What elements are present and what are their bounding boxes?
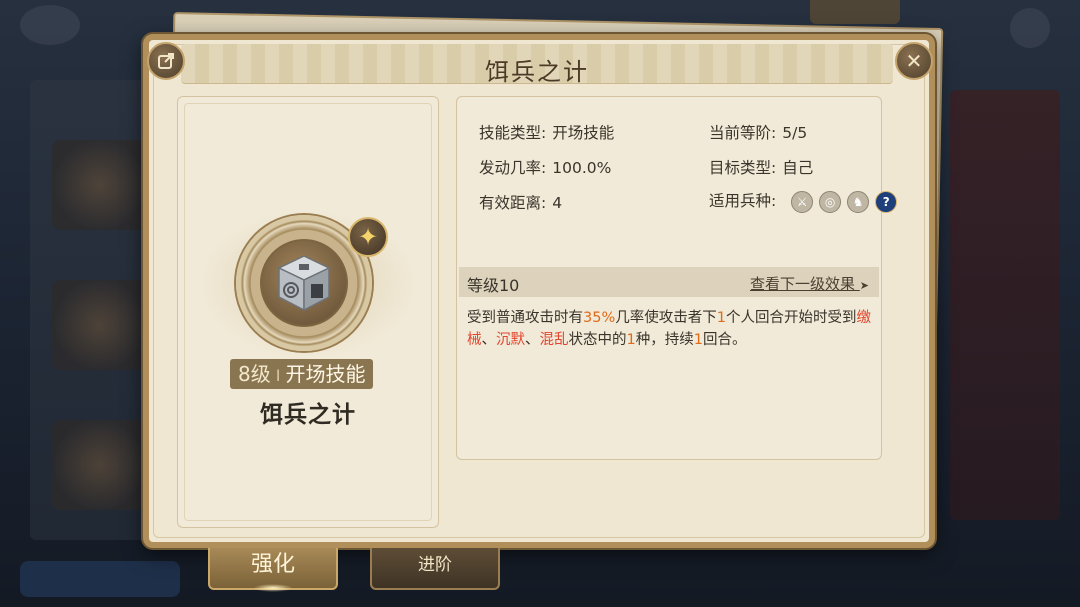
skill-name: 饵兵之计 [260, 402, 356, 428]
trigger-rate-row: 发动几率: 100.0% [479, 156, 611, 178]
desc-text: 回合。 [702, 332, 747, 348]
current-rank-key: 当前等阶: [709, 124, 777, 142]
troop-type-key: 适用兵种: [709, 192, 777, 210]
background-resource-bar [810, 0, 900, 24]
next-level-link-text: 查看下一级效果 [749, 275, 855, 293]
skill-level-tag: 8级 I 开场技能 [230, 359, 374, 389]
dialog-title: 饵兵之计 [485, 58, 589, 86]
background-hero-card [52, 280, 147, 370]
skill-type-key: 技能类型: [479, 124, 547, 142]
question-icon[interactable]: ? [875, 190, 898, 213]
dice-skill-icon [260, 239, 348, 327]
share-button[interactable] [147, 42, 185, 80]
desc-text: 种，持续 [635, 332, 694, 348]
current-rank-row: 当前等阶: 5/5 [709, 121, 807, 143]
desc-value: 35% [583, 310, 616, 326]
target-type-key: 目标类型: [709, 159, 777, 177]
desc-status: 混乱 [539, 332, 569, 348]
cavalry-icon[interactable]: ♞ [847, 190, 870, 213]
title-bar: 饵兵之计 [181, 44, 893, 86]
skill-card: ✦ 8级 I 开场技能 饵兵之计 [177, 96, 439, 528]
active-tab-glow [253, 584, 293, 592]
next-level-link[interactable]: 查看下一级效果 ➤ [750, 273, 869, 294]
trigger-rate-key: 发动几率: [479, 159, 547, 177]
desc-status: 沉默 [496, 332, 525, 348]
current-rank-value: 5/5 [782, 124, 808, 142]
dice-icon [277, 255, 331, 312]
desc-text: 、 [481, 332, 497, 348]
skill-type-row: 技能类型: 开场技能 [479, 121, 614, 143]
troop-icons: ⚔ ◎ ♞ ? [791, 190, 898, 213]
troop-type-row: 适用兵种: ⚔ ◎ ♞ ? [709, 189, 898, 213]
close-icon: ✕ [905, 49, 923, 73]
bow-target-icon[interactable]: ◎ [819, 190, 842, 213]
desc-text: 、 [525, 332, 540, 348]
range-value: 4 [552, 194, 563, 212]
background-hero-card [52, 140, 147, 230]
target-type-value: 自己 [782, 159, 814, 177]
level-label: 等级10 [467, 276, 520, 295]
skill-type-value: 开场技能 [552, 124, 615, 142]
tab-advance[interactable]: 进阶 [370, 548, 500, 590]
arrow-right-icon: ➤ [859, 279, 869, 292]
desc-value: 1 [626, 332, 636, 348]
trigger-rate-value: 100.0% [552, 159, 612, 177]
desc-text: 状态中的 [568, 332, 627, 348]
desc-text: 几率使攻击者下 [615, 310, 717, 326]
sword-icon[interactable]: ⚔ [791, 190, 814, 213]
desc-text: 个人回合开始时受到 [725, 310, 857, 326]
skill-detail-dialog: 饵兵之计 ✕ ✦ 8级 I 开场技能 饵兵之计 技能类型: 开场技能 当前等阶:… [143, 34, 935, 548]
background-hero-card [52, 420, 147, 510]
skill-type: 开场技能 [285, 362, 366, 386]
tab-strengthen[interactable]: 强化 [208, 548, 338, 592]
close-button[interactable]: ✕ [895, 42, 933, 80]
background-avatar [20, 5, 80, 45]
range-row: 有效距离: 4 [479, 191, 562, 213]
desc-value: 1 [693, 332, 703, 348]
range-key: 有效距离: [479, 194, 547, 212]
share-icon [158, 53, 174, 69]
target-type-row: 目标类型: 自己 [709, 156, 813, 178]
skill-level: 8级 [238, 362, 271, 386]
skill-info-card: 技能类型: 开场技能 当前等阶: 5/5 发动几率: 100.0% 目标类型: 自己 有… [456, 96, 898, 460]
skill-description: 受到普通攻击时有35%几率使攻击者下1个人回合开始时受到缴械、沉默、混乱状态中的… [467, 307, 877, 351]
desc-text: 受到普通攻击时有 [467, 310, 583, 326]
background-icon [1010, 8, 1050, 48]
background-side-panel [950, 90, 1060, 520]
desc-value: 1 [716, 310, 726, 326]
level-separator: I [275, 366, 281, 385]
level-strip: 等级10 查看下一级效果 ➤ [459, 267, 879, 297]
tab-advance-label: 进阶 [418, 555, 452, 575]
star-badge-icon: ✦ [348, 217, 388, 257]
background-button [20, 561, 180, 597]
tab-strengthen-label: 强化 [250, 552, 295, 577]
